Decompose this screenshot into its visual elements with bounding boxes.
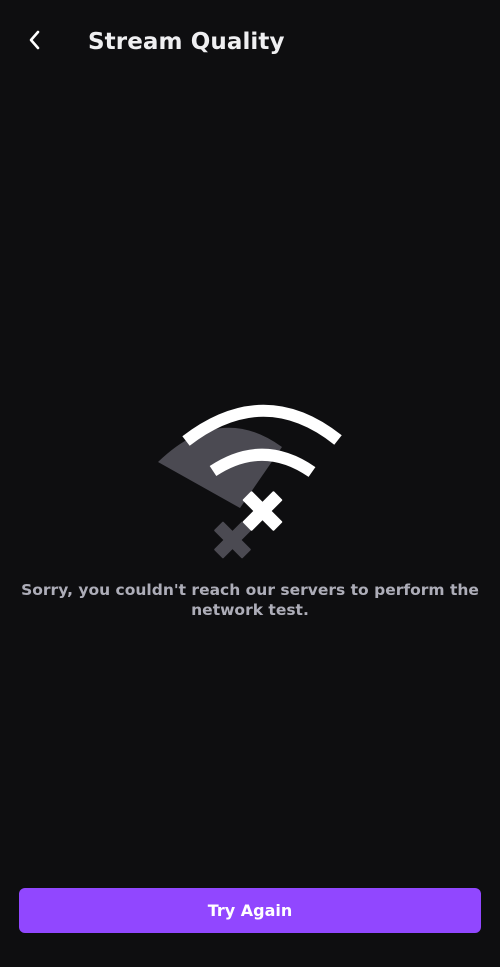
back-button[interactable] bbox=[14, 20, 54, 60]
error-message: Sorry, you couldn't reach our servers to… bbox=[21, 581, 479, 619]
wifi-error-icon bbox=[158, 404, 342, 559]
header-bar: Stream Quality bbox=[0, 0, 500, 84]
try-again-button[interactable]: Try Again bbox=[19, 888, 481, 933]
wifi-error-illustration bbox=[150, 400, 350, 560]
page-title: Stream Quality bbox=[88, 29, 285, 55]
try-again-label: Try Again bbox=[207, 901, 293, 920]
chevron-left-icon bbox=[29, 30, 40, 50]
